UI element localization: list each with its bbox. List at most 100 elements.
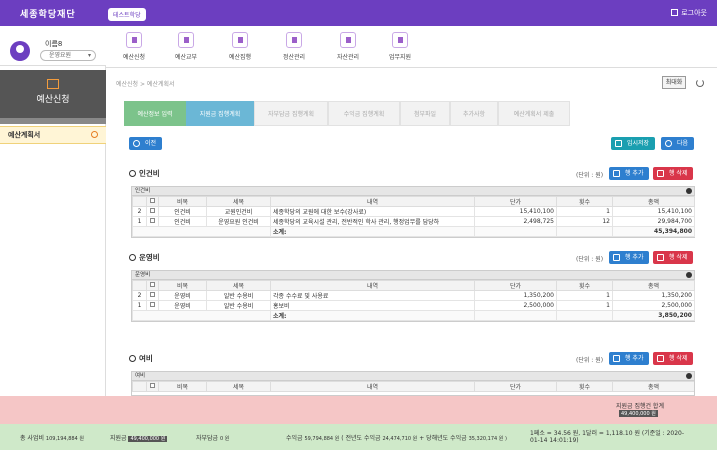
section-icon xyxy=(129,254,136,261)
section-title-text: 운영비 xyxy=(139,253,160,262)
env-badge: 테스트학당 xyxy=(108,8,146,21)
add-row-label: 행 추가 xyxy=(625,355,644,362)
table-header: 비목 세목 내역 단가 횟수 총액 xyxy=(132,381,694,392)
col-unit-price: 단가 xyxy=(474,196,557,207)
table-row[interactable]: 2 인건비 교원인건비 세종학당의 교원에 대한 보수(강사료) 15,410,… xyxy=(132,206,695,217)
income-label: 수익금 xyxy=(286,435,303,442)
step-self-plan[interactable]: 자부담금 집행계획 xyxy=(254,101,328,126)
delete-row-label: 행 삭제 xyxy=(669,254,688,261)
nav-label: 예산교부 xyxy=(174,54,198,61)
select-all-checkbox[interactable] xyxy=(150,198,155,203)
prev-label: 이전 xyxy=(145,140,157,147)
cell-count: 12 xyxy=(556,216,613,227)
sidebar-item-budget-plan[interactable]: 예산계획서 xyxy=(0,126,106,144)
row-number: 1 xyxy=(132,216,147,227)
subtotal-row: 소계: 45,394,800 xyxy=(132,226,695,237)
row-checkbox[interactable] xyxy=(150,208,155,213)
nav-settlement[interactable]: 정산관리 xyxy=(266,32,322,61)
delete-row-button-ops[interactable]: 행 삭제 xyxy=(653,251,694,264)
unit-label: (단위 : 원) xyxy=(576,357,604,364)
add-row-button-reserve[interactable]: 행 추가 xyxy=(609,352,650,365)
logo[interactable]: 세종학당재단 xyxy=(20,7,76,20)
row-checkbox[interactable] xyxy=(150,302,155,307)
support-total-bar xyxy=(0,396,717,424)
sidebar-divider xyxy=(0,118,106,124)
cell-total: 1,350,200 xyxy=(612,290,695,301)
nav-support[interactable]: 업무지원 xyxy=(372,32,428,61)
cell-subcategory: 일반 수용비 xyxy=(206,300,271,311)
cell-category: 인건비 xyxy=(158,216,207,227)
step-income-plan[interactable]: 수익금 집행계획 xyxy=(328,101,400,126)
step-attachments[interactable]: 첨부파일 xyxy=(400,101,450,126)
self-value: 0 원 xyxy=(220,436,230,442)
sidebar-item-label: 예산계획서 xyxy=(8,131,41,139)
col-description: 내역 xyxy=(270,196,475,207)
cell-subcategory: 교원인건비 xyxy=(206,206,271,217)
cell-subcategory: 운영요원 인건비 xyxy=(206,216,271,227)
cell-description: 각종 수수료 및 사용료 xyxy=(270,290,475,301)
step-extra[interactable]: 추가사항 xyxy=(450,101,498,126)
nav-assets[interactable]: 자산관리 xyxy=(320,32,376,61)
row-checkbox[interactable] xyxy=(150,292,155,297)
cell-subcategory: 일반 수용비 xyxy=(206,290,271,301)
cell-description: 홍보비 xyxy=(270,300,475,311)
sidebar-title-text: 예산신청 xyxy=(36,95,70,105)
arrow-left-icon xyxy=(133,140,140,147)
cell-unit-price: 2,500,000 xyxy=(474,300,557,311)
nav-budget-exec[interactable]: 예산집행 xyxy=(212,32,268,61)
logout-button[interactable]: 로그아웃 xyxy=(671,8,707,18)
subtotal-label: 소계: xyxy=(270,226,475,237)
unit-label: (단위 : 원) xyxy=(576,256,604,263)
prev-button[interactable]: 이전 xyxy=(129,137,163,150)
sidebar-title: 예산신청 xyxy=(0,70,106,118)
self-amount: 자부담금 0 원 xyxy=(196,433,229,442)
unit-label: (단위 : 원) xyxy=(576,172,604,179)
role-select[interactable]: 운영요원 xyxy=(40,50,96,61)
table-row[interactable]: 2 운영비 일반 수용비 각종 수수료 및 사용료 1,350,200 1 1,… xyxy=(132,290,695,301)
subtotal-value: 3,850,200 xyxy=(612,310,695,321)
step-submit[interactable]: 예산계획서 제출 xyxy=(498,101,570,126)
delete-row-button-labor[interactable]: 행 삭제 xyxy=(653,167,694,180)
section-icon xyxy=(129,170,136,177)
add-row-button-ops[interactable]: 행 추가 xyxy=(609,251,650,264)
section-title-text: 인건비 xyxy=(139,169,160,178)
nav-label: 자산관리 xyxy=(336,54,360,61)
col-unit-price: 단가 xyxy=(474,280,557,291)
select-all-checkbox[interactable] xyxy=(150,383,155,388)
refresh-icon[interactable] xyxy=(696,79,704,87)
logout-label: 로그아웃 xyxy=(681,9,707,17)
step-support-plan[interactable]: 지원금 집행계획 xyxy=(186,101,254,126)
section-title-reserve: 여비 xyxy=(129,353,153,364)
table-header: 비목 세목 내역 단가 횟수 총액 xyxy=(132,196,695,207)
row-checkbox[interactable] xyxy=(150,218,155,223)
total-budget-value: 109,194,884 원 xyxy=(45,436,84,442)
table-row[interactable]: 1 인건비 운영요원 인건비 세종학당의 교육시설 관리, 전반적인 학사 관리… xyxy=(132,216,695,227)
select-all-checkbox[interactable] xyxy=(150,282,155,287)
col-total: 총액 xyxy=(612,381,694,392)
subtotal-label: 소계: xyxy=(270,310,475,321)
step-budget-info[interactable]: 예산정보 입력 xyxy=(124,101,186,126)
exchange-rate-line1: 1페소 = 34.56 원, 1달러 = 1,118.10 원 (기준일 : 2… xyxy=(530,430,685,437)
maximize-button[interactable]: 최대화 xyxy=(662,76,686,89)
save-temp-button[interactable]: 임시저장 xyxy=(611,137,656,150)
cell-category: 운영비 xyxy=(158,290,207,301)
nav-label: 예산신청 xyxy=(122,54,146,61)
exchange-rate-line2: 01-14 14:01:19) xyxy=(530,437,579,444)
top-bar: 세종학당재단 테스트학당 로그아웃 xyxy=(0,0,717,26)
section-icon xyxy=(129,355,136,362)
col-total: 총액 xyxy=(612,280,695,291)
cell-count: 1 xyxy=(556,206,613,217)
nav-budget-grant[interactable]: 예산교부 xyxy=(158,32,214,61)
delete-row-button-reserve[interactable]: 행 삭제 xyxy=(653,352,694,365)
cell-unit-price: 2,498,725 xyxy=(474,216,557,227)
logout-icon xyxy=(671,9,679,16)
nav-budget-request[interactable]: 예산신청 xyxy=(106,32,162,61)
income-value: 59,794,884 원 xyxy=(304,436,340,442)
subtotal-value: 45,394,800 xyxy=(612,226,695,237)
next-button[interactable]: 다음 xyxy=(661,137,695,150)
add-row-button-labor[interactable]: 행 추가 xyxy=(609,167,650,180)
table-row[interactable]: 1 운영비 일반 수용비 홍보비 2,500,000 1 2,500,000 xyxy=(132,300,695,311)
user-name: 이름8 xyxy=(45,40,63,48)
table-header: 비목 세목 내역 단가 횟수 총액 xyxy=(132,280,695,291)
total-budget: 총 사업비 109,194,884 원 xyxy=(20,433,84,442)
